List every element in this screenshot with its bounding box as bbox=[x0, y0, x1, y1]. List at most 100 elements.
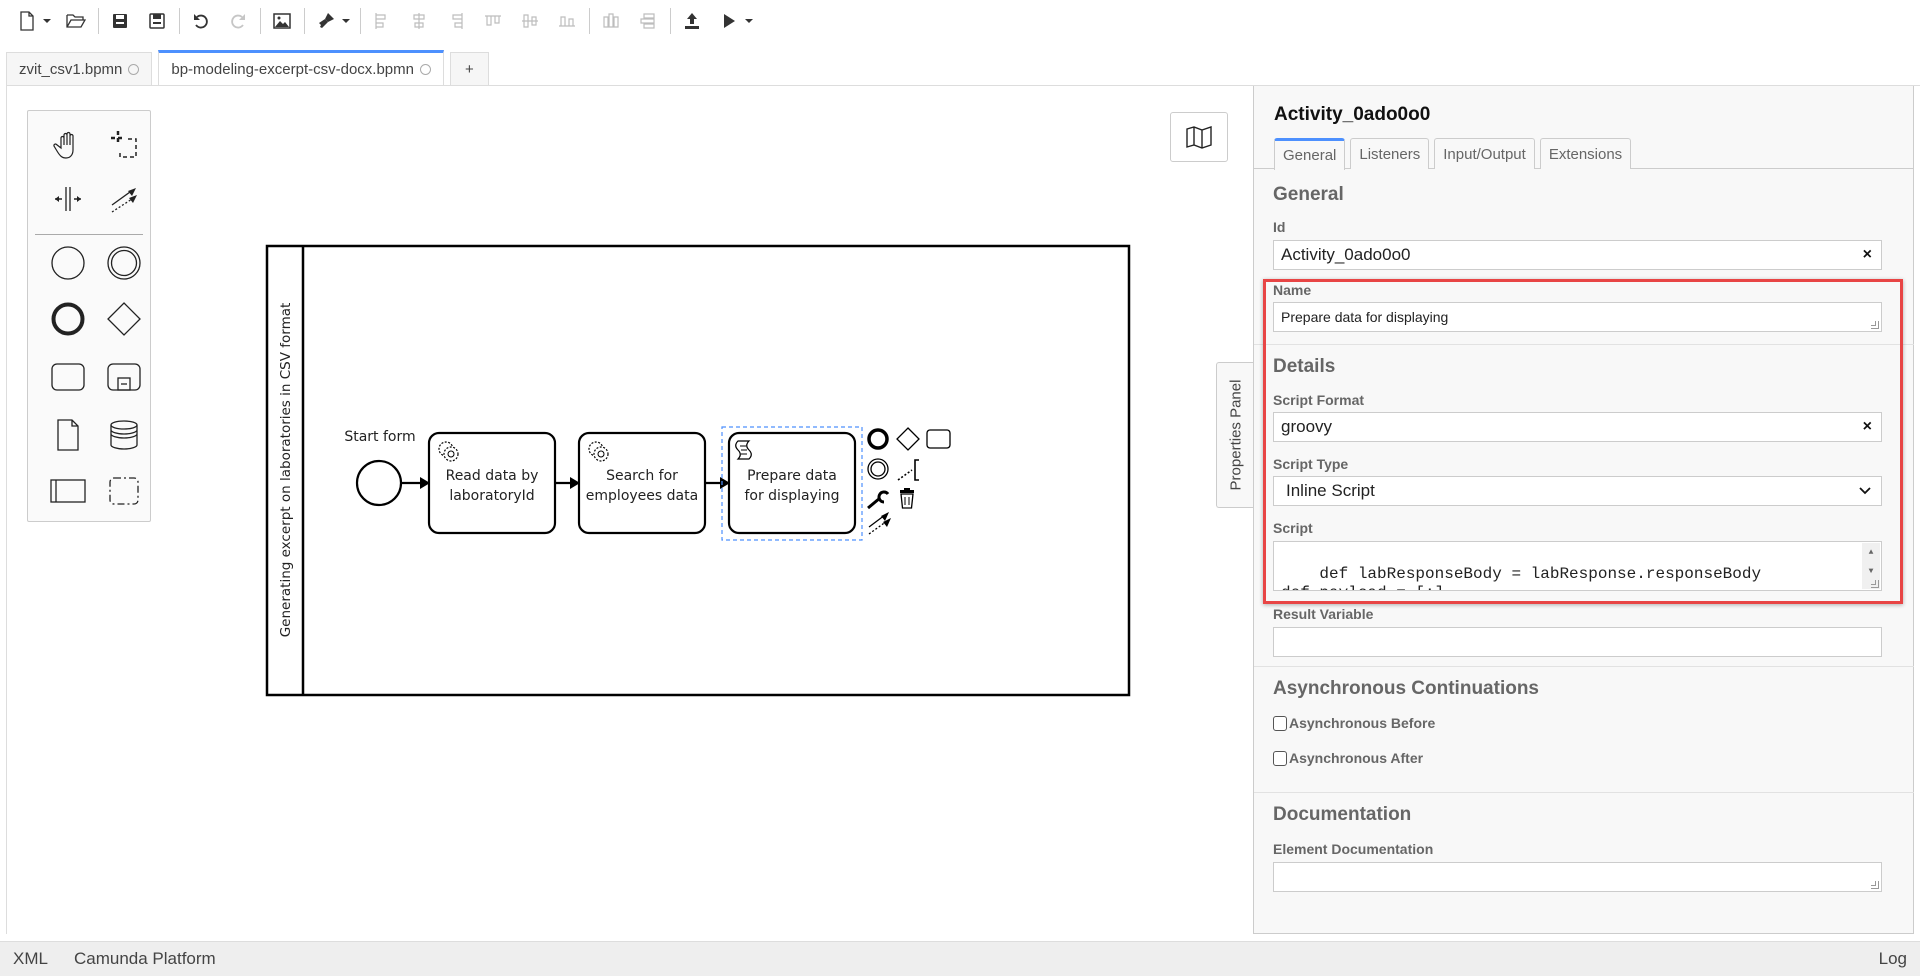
script-type-select[interactable]: Inline Script bbox=[1273, 476, 1882, 506]
connect-icon bbox=[111, 188, 137, 213]
async-before-label: Asynchronous Before bbox=[1289, 715, 1436, 731]
space-tool[interactable] bbox=[46, 177, 90, 221]
task-icon bbox=[51, 363, 85, 391]
section-divider bbox=[1254, 666, 1914, 667]
start-event[interactable] bbox=[355, 459, 403, 507]
id-input[interactable]: Activity_0ado0o0 × bbox=[1273, 240, 1882, 270]
create-data-store[interactable] bbox=[102, 413, 146, 457]
script-task-selected[interactable]: Prepare data for displaying bbox=[721, 426, 863, 541]
bpmn-diagram: Generating excerpt on laboratories in CS… bbox=[265, 244, 1131, 697]
log-toggle[interactable]: Log bbox=[1879, 949, 1920, 969]
create-end-event[interactable] bbox=[46, 297, 90, 341]
subprocess-icon bbox=[107, 363, 141, 391]
append-intermediate-event-icon[interactable] bbox=[867, 458, 889, 480]
properties-panel: Activity_0ado0o0 General Listeners Input… bbox=[1253, 86, 1914, 934]
space-tool-icon bbox=[55, 187, 81, 211]
element-documentation-textarea[interactable] bbox=[1273, 862, 1882, 892]
properties-tabs: General Listeners Input/Output Extension… bbox=[1274, 138, 1636, 170]
global-connect-tool[interactable] bbox=[102, 177, 146, 221]
hand-tool[interactable] bbox=[46, 123, 90, 167]
id-value: Activity_0ado0o0 bbox=[1281, 245, 1411, 264]
palette-separator bbox=[35, 234, 143, 235]
script-type-value: Inline Script bbox=[1286, 481, 1375, 500]
id-label: Id bbox=[1273, 219, 1286, 235]
script-label: Script bbox=[1273, 520, 1313, 536]
result-variable-label: Result Variable bbox=[1273, 606, 1374, 622]
script-type-label: Script Type bbox=[1273, 456, 1349, 472]
status-bar: XML Camunda Platform Log bbox=[0, 941, 1920, 976]
properties-panel-toggle[interactable]: Properties Panel bbox=[1216, 362, 1254, 508]
scroll-down-icon[interactable]: ▼ bbox=[1869, 562, 1874, 581]
create-group[interactable] bbox=[102, 469, 146, 513]
task-label-line-1: Search for bbox=[606, 468, 678, 484]
append-end-event-icon[interactable] bbox=[867, 428, 889, 450]
create-subprocess[interactable] bbox=[102, 355, 146, 399]
script-format-value: groovy bbox=[1281, 417, 1333, 436]
section-documentation-title: Documentation bbox=[1273, 804, 1412, 825]
async-before-row[interactable]: Asynchronous Before bbox=[1273, 715, 1435, 731]
tab-listeners[interactable]: Listeners bbox=[1350, 138, 1430, 169]
section-async-title: Asynchronous Continuations bbox=[1273, 678, 1539, 699]
async-before-checkbox[interactable] bbox=[1273, 715, 1287, 731]
element-documentation-label: Element Documentation bbox=[1273, 841, 1434, 857]
lasso-icon bbox=[111, 131, 137, 158]
tab-extensions[interactable]: Extensions bbox=[1539, 138, 1632, 169]
start-event-label: Start form bbox=[344, 429, 415, 445]
async-after-checkbox[interactable] bbox=[1273, 750, 1287, 766]
pool-icon bbox=[50, 479, 86, 503]
resize-handle-icon[interactable] bbox=[1871, 580, 1879, 588]
script-format-label: Script Format bbox=[1273, 392, 1365, 408]
section-details-title: Details bbox=[1273, 356, 1336, 377]
create-pool[interactable] bbox=[46, 469, 90, 513]
service-task[interactable]: Read data by laboratoryId bbox=[427, 431, 557, 535]
start-event-icon bbox=[51, 246, 85, 280]
gateway-icon bbox=[107, 302, 141, 336]
xml-tab[interactable]: XML bbox=[0, 949, 61, 969]
service-task[interactable]: Search for employees data bbox=[577, 431, 707, 535]
script-format-input[interactable]: groovy × bbox=[1273, 412, 1882, 442]
end-event-icon bbox=[51, 302, 85, 336]
async-after-label: Asynchronous After bbox=[1289, 750, 1424, 766]
clear-id-button[interactable]: × bbox=[1863, 246, 1872, 264]
create-intermediate-event[interactable] bbox=[102, 241, 146, 285]
properties-panel-toggle-label: Properties Panel bbox=[1227, 379, 1244, 491]
name-textarea[interactable]: Prepare data for displaying bbox=[1273, 302, 1882, 332]
map-icon bbox=[1186, 126, 1212, 149]
name-label: Name bbox=[1273, 282, 1312, 298]
section-general-title: General bbox=[1273, 184, 1344, 205]
task-label-line-2: employees data bbox=[586, 488, 698, 504]
intermediate-event-icon bbox=[107, 246, 141, 280]
pool-label: Generating excerpt on laboratories in CS… bbox=[278, 303, 294, 638]
script-textarea[interactable]: def labResponseBody = labResponse.respon… bbox=[1273, 541, 1882, 591]
task-label-line-2: laboratoryId bbox=[449, 488, 534, 504]
minimap-toggle-button[interactable] bbox=[1170, 112, 1228, 162]
group-icon bbox=[109, 477, 139, 505]
script-value: def labResponseBody = labResponse.respon… bbox=[1281, 565, 1762, 590]
tab-input-output[interactable]: Input/Output bbox=[1434, 138, 1535, 169]
resize-handle-icon[interactable] bbox=[1871, 881, 1879, 889]
create-gateway[interactable] bbox=[102, 297, 146, 341]
result-variable-input[interactable] bbox=[1273, 627, 1882, 657]
append-task-icon[interactable] bbox=[926, 429, 951, 449]
scroll-up-icon[interactable]: ▲ bbox=[1869, 543, 1874, 562]
tab-general[interactable]: General bbox=[1274, 138, 1346, 170]
hand-icon bbox=[53, 131, 74, 159]
create-start-event[interactable] bbox=[46, 241, 90, 285]
section-divider bbox=[1254, 344, 1914, 345]
platform-selector[interactable]: Camunda Platform bbox=[61, 949, 229, 969]
create-task[interactable] bbox=[46, 355, 90, 399]
lasso-tool[interactable] bbox=[102, 123, 146, 167]
task-label-line-1: Prepare data bbox=[747, 468, 837, 484]
create-data-object[interactable] bbox=[46, 413, 90, 457]
data-store-icon bbox=[110, 420, 138, 450]
resize-handle-icon[interactable] bbox=[1871, 321, 1879, 329]
element-id-title: Activity_0ado0o0 bbox=[1274, 104, 1431, 125]
task-label-line-1: Read data by bbox=[446, 468, 539, 484]
tool-palette bbox=[27, 110, 151, 522]
chevron-down-icon bbox=[1859, 487, 1871, 495]
name-value: Prepare data for displaying bbox=[1281, 309, 1449, 325]
clear-script-format-button[interactable]: × bbox=[1863, 418, 1872, 436]
async-after-row[interactable]: Asynchronous After bbox=[1273, 750, 1423, 766]
data-object-icon bbox=[57, 419, 79, 451]
task-label-line-2: for displaying bbox=[744, 488, 839, 504]
